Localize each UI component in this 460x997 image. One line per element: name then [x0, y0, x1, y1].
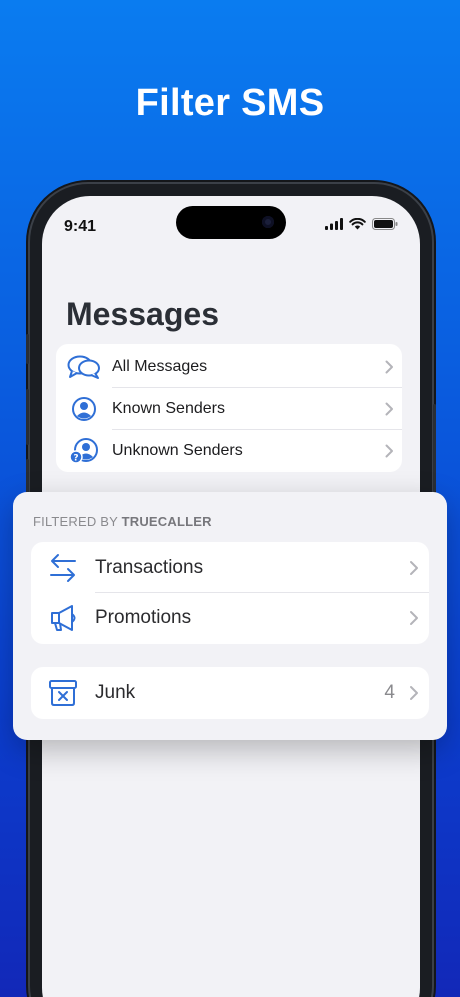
status-icons: [325, 218, 398, 230]
section-header-brand: TRUECALLER: [121, 514, 212, 529]
section-header-prefix: FILTERED BY: [33, 514, 118, 529]
megaphone-icon: [51, 605, 76, 631]
list-item-label: All Messages: [112, 358, 208, 375]
person-circle-icon: [72, 397, 96, 421]
unknown-person-icon: ?: [69, 438, 98, 464]
junk-count-badge: 4: [384, 682, 395, 703]
list-item-promotions[interactable]: Promotions: [31, 593, 429, 643]
list-item-label: Unknown Senders: [112, 442, 243, 459]
power-button: [433, 404, 436, 492]
promo-headline: Filter SMS: [135, 82, 325, 124]
chevron-right-icon: [410, 686, 418, 700]
dynamic-island: [176, 206, 286, 239]
cellular-signal-icon: [325, 218, 343, 230]
chevron-right-icon: [385, 360, 393, 374]
arrows-swap-icon: [50, 554, 76, 582]
filtered-by-truecaller-panel: FILTERED BY TRUECALLER Transactions Prom…: [13, 492, 447, 740]
wifi-icon: [349, 218, 366, 230]
chevron-right-icon: [410, 611, 418, 625]
chevron-right-icon: [385, 444, 393, 458]
list-item-label: Known Senders: [112, 400, 225, 417]
page-title: Messages: [66, 296, 219, 332]
junk-card: Junk 4: [31, 667, 429, 719]
front-camera: [262, 216, 274, 228]
action-button: [26, 334, 29, 364]
chevron-right-icon: [410, 561, 418, 575]
list-item-unknown-senders[interactable]: ? Unknown Senders: [56, 430, 402, 472]
list-item-junk[interactable]: Junk 4: [31, 668, 429, 718]
chat-bubbles-icon: [67, 355, 100, 379]
junk-box-icon: [49, 680, 77, 706]
volume-up-button: [26, 389, 29, 445]
svg-text:?: ?: [73, 454, 78, 464]
list-item-label: Transactions: [95, 557, 204, 578]
status-time: 9:41: [64, 218, 97, 235]
list-item-transactions[interactable]: Transactions: [31, 543, 429, 593]
chevron-right-icon: [385, 402, 393, 416]
filtered-categories-card: Transactions Promotions: [31, 542, 429, 644]
battery-icon: [372, 218, 398, 230]
list-item-label: Promotions: [95, 607, 192, 628]
section-header: FILTERED BY TRUECALLER: [33, 514, 212, 529]
list-item-label: Junk: [95, 682, 136, 703]
messages-list-card: All Messages Known Senders ? Unknown Sen…: [56, 344, 402, 472]
list-item-known-senders[interactable]: Known Senders: [56, 388, 402, 430]
list-item-all-messages[interactable]: All Messages: [56, 346, 402, 388]
